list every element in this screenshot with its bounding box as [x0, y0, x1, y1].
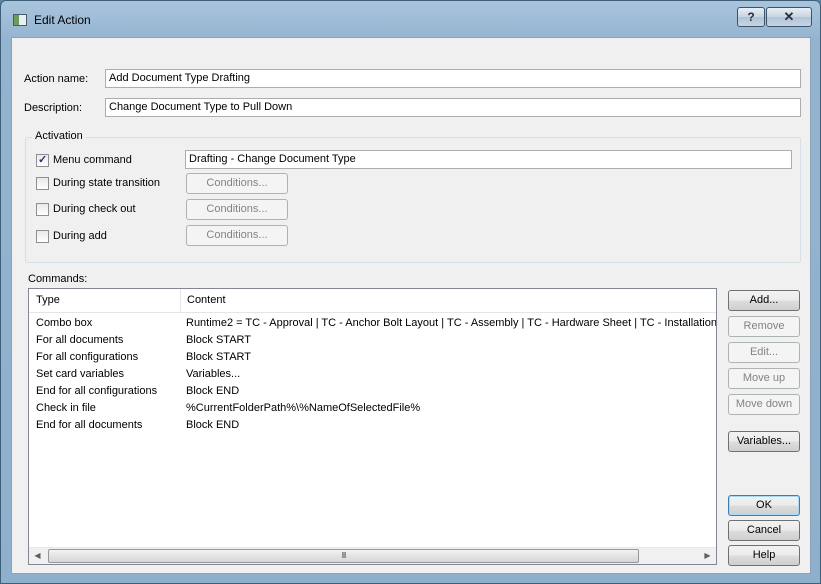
command-content: Runtime2 = TC - Approval | TC - Anchor B… — [186, 317, 717, 329]
during-add-conditions-button[interactable]: Conditions... — [186, 225, 288, 246]
command-row[interactable]: For all documents Block START — [29, 332, 716, 349]
column-header-type[interactable]: Type — [29, 289, 180, 312]
state-transition-label: During state transition — [53, 177, 160, 189]
check-out-label: During check out — [53, 203, 136, 215]
title-help-button[interactable]: ? — [737, 7, 765, 27]
command-type: Check in file — [36, 402, 96, 414]
command-type: End for all documents — [36, 419, 143, 431]
command-content: Block START — [186, 351, 251, 363]
action-name-label: Action name: — [24, 73, 89, 85]
state-transition-conditions-button[interactable]: Conditions... — [186, 173, 288, 194]
during-add-label: During add — [53, 230, 107, 242]
title-bar[interactable]: Edit Action ? ✕ — [1, 1, 820, 37]
move-up-button[interactable]: Move up — [728, 368, 800, 389]
scrollbar-grip-icon: III — [341, 551, 347, 560]
command-content: Variables... — [186, 368, 241, 380]
add-button[interactable]: Add... — [728, 290, 800, 311]
command-row[interactable]: For all configurations Block START — [29, 349, 716, 366]
commands-list-header: Type Content — [29, 289, 716, 313]
action-name-input[interactable]: Add Document Type Drafting — [105, 69, 801, 88]
activation-group-title: Activation — [32, 130, 86, 142]
scroll-right-arrow-icon[interactable]: ▶ — [699, 548, 716, 564]
activation-group: Activation Menu command Drafting - Chang… — [25, 130, 801, 263]
cancel-button[interactable]: Cancel — [728, 520, 800, 541]
menu-command-label: Menu command — [53, 154, 132, 166]
command-type: Set card variables — [36, 368, 125, 380]
edit-button[interactable]: Edit... — [728, 342, 800, 363]
menu-command-checkbox[interactable] — [36, 153, 49, 167]
description-label: Description: — [24, 102, 83, 114]
command-type: For all configurations — [36, 351, 139, 363]
command-content: Block START — [186, 334, 251, 346]
help-button[interactable]: Help — [728, 545, 800, 566]
edit-action-dialog: Edit Action ? ✕ Action name: Add Documen… — [0, 0, 821, 584]
command-content: Block END — [186, 385, 240, 397]
close-icon: ✕ — [783, 9, 795, 24]
command-row[interactable]: Combo box Runtime2 = TC - Approval | TC … — [29, 315, 716, 332]
commands-label: Commands: — [28, 273, 88, 285]
command-type: End for all configurations — [36, 385, 158, 397]
check-out-conditions-button[interactable]: Conditions... — [186, 199, 288, 220]
command-content: %CurrentFolderPath%\%NameOfSelectedFile% — [186, 402, 421, 414]
menu-command-input[interactable]: Drafting - Change Document Type — [185, 150, 792, 169]
window-icon — [13, 14, 27, 26]
description-input[interactable]: Change Document Type to Pull Down — [105, 98, 801, 117]
variables-button[interactable]: Variables... — [728, 431, 800, 452]
remove-button[interactable]: Remove — [728, 316, 800, 337]
ok-button[interactable]: OK — [728, 495, 800, 516]
during-add-checkbox[interactable] — [36, 230, 49, 243]
command-type: For all documents — [36, 334, 124, 346]
command-row[interactable]: Set card variables Variables... — [29, 366, 716, 383]
command-content: Block END — [186, 419, 240, 431]
state-transition-checkbox[interactable] — [36, 177, 49, 190]
scrollbar-thumb[interactable]: III — [48, 549, 639, 563]
close-button[interactable]: ✕ — [766, 7, 812, 27]
window-title: Edit Action — [34, 13, 91, 27]
commands-list[interactable]: Type Content Combo box Runtime2 = TC - A… — [28, 288, 717, 565]
scroll-left-arrow-icon[interactable]: ◀ — [29, 548, 46, 564]
move-down-button[interactable]: Move down — [728, 394, 800, 415]
command-row[interactable]: End for all documents Block END — [29, 417, 716, 434]
command-row[interactable]: Check in file %CurrentFolderPath%\%NameO… — [29, 400, 716, 417]
check-out-checkbox[interactable] — [36, 203, 49, 216]
column-header-content[interactable]: Content — [180, 289, 716, 312]
horizontal-scrollbar[interactable]: ◀ III ▶ — [29, 547, 716, 564]
command-row[interactable]: End for all configurations Block END — [29, 383, 716, 400]
command-type: Combo box — [36, 317, 93, 329]
dialog-body: Action name: Add Document Type Drafting … — [11, 37, 811, 574]
